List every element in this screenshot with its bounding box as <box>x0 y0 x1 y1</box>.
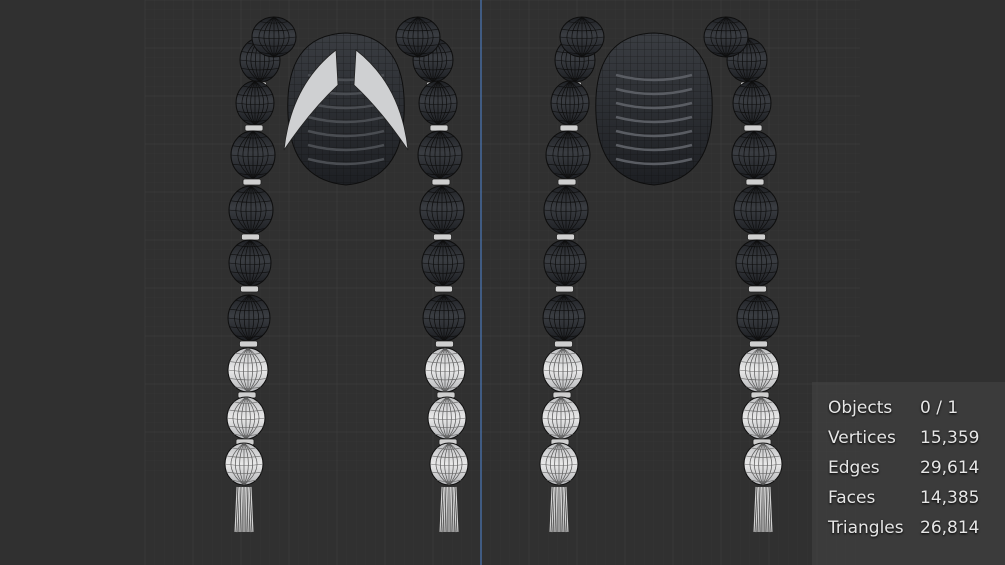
hair-tie <box>559 124 579 132</box>
hair-tie <box>239 340 258 348</box>
ponytail-bubble <box>731 130 777 180</box>
ponytail-bubble <box>419 185 465 235</box>
ponytail-bubble <box>424 347 466 393</box>
hair-tie <box>743 124 763 132</box>
stat-label: Edges <box>828 458 880 478</box>
stat-label: Objects <box>828 398 893 418</box>
ponytail-bubble <box>227 347 269 393</box>
ponytail-bubble <box>230 130 276 180</box>
hair-tie <box>747 233 766 241</box>
ponytail-bubble <box>743 442 783 486</box>
ponytail-bubble <box>542 294 586 342</box>
stat-value: 15,359 <box>920 428 980 448</box>
stat-row-objects: Objects 0 / 1 <box>828 398 998 420</box>
hair-tie <box>431 178 451 186</box>
statistics-overlay: Objects 0 / 1 Vertices 15,359 Edges 29,614 Fac… <box>812 382 1005 565</box>
ponytail-bubble <box>543 239 587 287</box>
stat-label: Faces <box>828 488 876 508</box>
stat-row-vertices: Vertices 15,359 <box>828 428 998 450</box>
hair-bun <box>703 16 749 58</box>
hair-tie <box>555 285 574 293</box>
hair-tie <box>556 233 575 241</box>
hair-tie <box>435 340 454 348</box>
hair-tie <box>434 285 453 293</box>
ponytail-bubble <box>733 185 779 235</box>
hair-tie <box>433 233 452 241</box>
ponytail-bubble <box>539 442 579 486</box>
ponytail-bubble <box>736 294 780 342</box>
stat-row-faces: Faces 14,385 <box>828 488 998 510</box>
hair-tie <box>244 124 264 132</box>
ponytail-bubble <box>741 396 781 440</box>
stat-label: Triangles <box>828 518 904 538</box>
stat-row-edges: Edges 29,614 <box>828 458 998 480</box>
stat-value: 29,614 <box>920 458 980 478</box>
ponytail-bubble <box>422 294 466 342</box>
hair-tie <box>557 178 577 186</box>
ponytail-bubble <box>550 80 590 126</box>
hair-tie <box>554 340 573 348</box>
ponytail-bubble <box>429 442 469 486</box>
ponytail-bubble <box>228 239 272 287</box>
stat-row-triangles: Triangles 26,814 <box>828 518 998 540</box>
hair-tie <box>749 340 768 348</box>
ponytail-bubble <box>541 396 581 440</box>
ponytail-bubble <box>735 239 779 287</box>
ponytail-bubble <box>228 185 274 235</box>
ponytail-bubble <box>542 347 584 393</box>
hair-bun <box>251 16 297 58</box>
hair-bun <box>559 16 605 58</box>
hair-tie <box>242 178 262 186</box>
hair-tie <box>240 285 259 293</box>
ponytail-bubble <box>732 80 772 126</box>
hair-front-view <box>283 32 409 186</box>
stat-value: 26,814 <box>920 518 980 538</box>
stat-value: 14,385 <box>920 488 980 508</box>
ponytail-bubble <box>235 80 275 126</box>
3d-viewport[interactable]: Objects 0 / 1 Vertices 15,359 Edges 29,614 Fac… <box>0 0 1005 565</box>
ponytail-bubble <box>543 185 589 235</box>
ponytail-bubble <box>417 130 463 180</box>
hair-back-view <box>595 32 713 186</box>
hair-tie <box>429 124 449 132</box>
ponytail-bubble <box>226 396 266 440</box>
hair-tie <box>745 178 765 186</box>
ponytail-bubble <box>421 239 465 287</box>
hair-tie <box>748 285 767 293</box>
ponytail-bubble <box>227 294 271 342</box>
ponytail-bubble <box>224 442 264 486</box>
ponytail-bubble <box>738 347 780 393</box>
ponytail-bubble <box>418 80 458 126</box>
ponytail-bubble <box>545 130 591 180</box>
stat-value: 0 / 1 <box>920 398 959 418</box>
hair-bun <box>395 16 441 58</box>
stat-label: Vertices <box>828 428 896 448</box>
ponytail-bubble <box>427 396 467 440</box>
hair-tie <box>241 233 260 241</box>
